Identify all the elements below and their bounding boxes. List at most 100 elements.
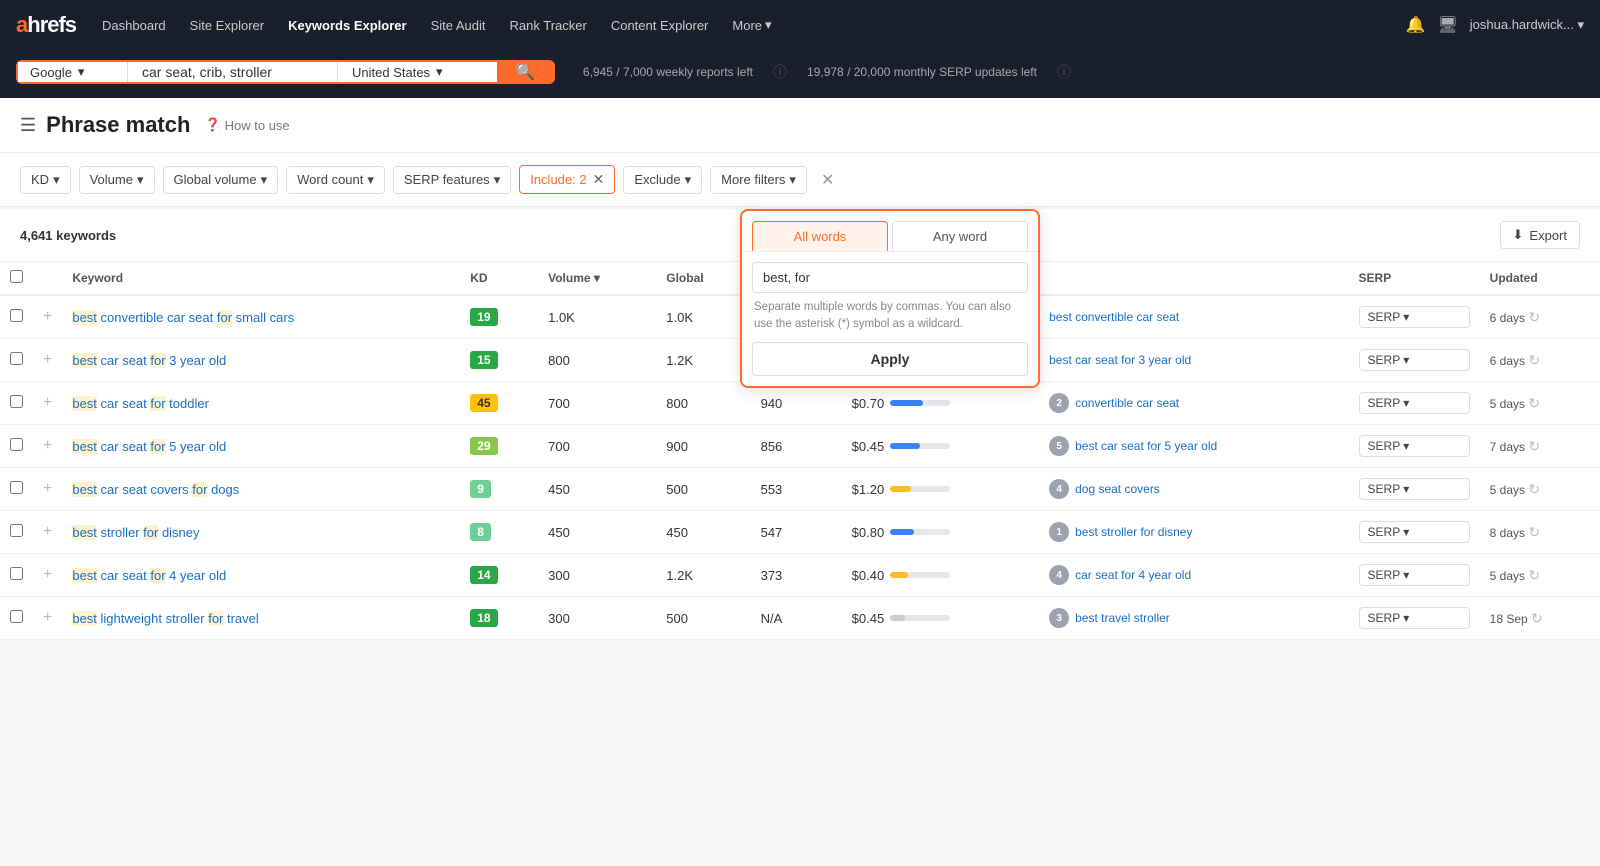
add-row-icon[interactable]: + <box>43 351 52 368</box>
add-row-icon[interactable]: + <box>43 437 52 454</box>
nav-site-explorer[interactable]: Site Explorer <box>180 12 274 39</box>
updated-cell: 7 days ↻ <box>1480 425 1600 468</box>
keyword-link[interactable]: best car seat for toddler <box>72 396 209 411</box>
nav-more[interactable]: More ▾ <box>722 11 781 39</box>
serp-dropdown[interactable]: SERP ▾ <box>1359 564 1470 586</box>
refresh-icon[interactable]: ↻ <box>1528 395 1540 411</box>
parent-topic-link[interactable]: best car seat for 3 year old <box>1049 353 1191 367</box>
add-row-icon[interactable]: + <box>43 394 52 411</box>
keyword-count: 4,641 keywords <box>20 228 116 243</box>
add-row-icon[interactable]: + <box>43 308 52 325</box>
refresh-icon[interactable]: ↻ <box>1528 481 1540 497</box>
keyword-link[interactable]: best stroller for disney <box>72 525 199 540</box>
parent-topic-link[interactable]: convertible car seat <box>1075 396 1179 410</box>
volume-filter[interactable]: Volume ▾ <box>79 166 155 194</box>
nav-rank-tracker[interactable]: Rank Tracker <box>500 12 597 39</box>
refresh-icon[interactable]: ↻ <box>1528 438 1540 454</box>
nav-keywords-explorer[interactable]: Keywords Explorer <box>278 12 417 39</box>
include-tabs: All words Any word <box>742 211 1038 252</box>
search-input[interactable] <box>128 62 337 82</box>
monitor-icon[interactable]: 🖥 <box>1437 15 1457 35</box>
exclude-filter[interactable]: Exclude ▾ <box>623 166 702 194</box>
parent-topic-link[interactable]: dog seat covers <box>1075 482 1160 496</box>
add-row-icon[interactable]: + <box>43 523 52 540</box>
parent-topic-link[interactable]: best stroller for disney <box>1075 525 1192 539</box>
serp-dropdown[interactable]: SERP ▾ <box>1359 521 1470 543</box>
parent-topic-link[interactable]: best car seat for 5 year old <box>1075 439 1217 453</box>
weekly-reports: 6,945 / 7,000 weekly reports left <box>583 65 753 79</box>
row-checkbox[interactable] <box>10 309 23 322</box>
search-button[interactable]: 🔍 <box>497 62 553 82</box>
nav-site-audit[interactable]: Site Audit <box>421 12 496 39</box>
serp-dropdown[interactable]: SERP ▾ <box>1359 478 1470 500</box>
tab-any-word[interactable]: Any word <box>892 221 1028 251</box>
close-include-icon[interactable]: ✕ <box>593 171 605 188</box>
engine-select[interactable]: Google ▾ <box>18 62 128 82</box>
serp-arrow-icon: ▾ <box>1403 482 1409 496</box>
parent-topic-link[interactable]: car seat for 4 year old <box>1075 568 1191 582</box>
volume-cell: 700 <box>538 425 656 468</box>
include-keywords-input[interactable] <box>752 262 1028 293</box>
clicks-cell: 553 <box>751 468 842 511</box>
col-volume[interactable]: Volume ▾ <box>538 262 656 295</box>
volume-cell: 700 <box>538 382 656 425</box>
serp-cell: SERP ▾ <box>1349 295 1480 339</box>
add-row-icon[interactable]: + <box>43 609 52 626</box>
apply-button[interactable]: Apply <box>752 342 1028 376</box>
kd-filter[interactable]: KD ▾ <box>20 166 71 194</box>
parent-topic-link[interactable]: best travel stroller <box>1075 611 1170 625</box>
refresh-icon[interactable]: ↻ <box>1528 309 1540 325</box>
serp-dropdown[interactable]: SERP ▾ <box>1359 392 1470 414</box>
serp-dropdown[interactable]: SERP ▾ <box>1359 349 1470 371</box>
row-checkbox[interactable] <box>10 524 23 537</box>
volume-cell: 800 <box>538 339 656 382</box>
row-checkbox[interactable] <box>10 352 23 365</box>
tab-all-words[interactable]: All words <box>752 221 888 251</box>
nav-content-explorer[interactable]: Content Explorer <box>601 12 719 39</box>
sidebar-toggle[interactable]: ☰ <box>20 115 36 136</box>
keyword-link[interactable]: best car seat for 4 year old <box>72 568 226 583</box>
global-cell: 1.2K <box>656 339 750 382</box>
kd-cell: 15 <box>460 339 538 382</box>
how-to-use-link[interactable]: ❓ How to use <box>204 117 289 133</box>
keyword-cell: best lightweight stroller for travel <box>62 597 460 640</box>
add-row-icon[interactable]: + <box>43 480 52 497</box>
export-button[interactable]: ⬇ Export <box>1500 221 1580 249</box>
add-row-icon[interactable]: + <box>43 566 52 583</box>
keyword-link[interactable]: best lightweight stroller for travel <box>72 611 258 626</box>
refresh-icon[interactable]: ↻ <box>1528 352 1540 368</box>
notification-icon[interactable]: 🔔 <box>1406 15 1426 35</box>
updated-cell: 18 Sep ↻ <box>1480 597 1600 640</box>
parent-topic-link[interactable]: best convertible car seat <box>1049 310 1179 324</box>
serp-dropdown[interactable]: SERP ▾ <box>1359 306 1470 328</box>
serp-features-filter[interactable]: SERP features ▾ <box>393 166 511 194</box>
clear-all-filters[interactable]: ✕ <box>815 168 840 192</box>
country-select[interactable]: United States ▾ <box>337 62 497 82</box>
global-cell: 900 <box>656 425 750 468</box>
global-volume-filter[interactable]: Global volume ▾ <box>163 166 279 194</box>
keyword-link[interactable]: best car seat for 5 year old <box>72 439 226 454</box>
info-icon-2: ⓘ <box>1057 62 1071 82</box>
row-checkbox[interactable] <box>10 395 23 408</box>
refresh-icon[interactable]: ↻ <box>1531 610 1543 626</box>
serp-dropdown[interactable]: SERP ▾ <box>1359 435 1470 457</box>
row-checkbox[interactable] <box>10 438 23 451</box>
refresh-icon[interactable]: ↻ <box>1528 524 1540 540</box>
user-menu[interactable]: joshua.hardwick... ▾ <box>1470 17 1584 33</box>
nav-dashboard[interactable]: Dashboard <box>92 12 176 39</box>
serp-dropdown[interactable]: SERP ▾ <box>1359 607 1470 629</box>
row-checkbox[interactable] <box>10 567 23 580</box>
include-hint: Separate multiple words by commas. You c… <box>752 299 1028 334</box>
more-filters[interactable]: More filters ▾ <box>710 166 807 194</box>
row-checkbox[interactable] <box>10 481 23 494</box>
kd-badge: 29 <box>470 437 497 455</box>
row-checkbox[interactable] <box>10 610 23 623</box>
include-filter[interactable]: Include: 2 ✕ <box>519 165 615 194</box>
keyword-link[interactable]: best car seat for 3 year old <box>72 353 226 368</box>
engine-arrow-icon: ▾ <box>78 64 85 80</box>
select-all-checkbox[interactable] <box>10 270 23 283</box>
refresh-icon[interactable]: ↻ <box>1528 567 1540 583</box>
keyword-link[interactable]: best convertible car seat for small cars <box>72 310 294 325</box>
word-count-filter[interactable]: Word count ▾ <box>286 166 385 194</box>
keyword-link[interactable]: best car seat covers for dogs <box>72 482 239 497</box>
